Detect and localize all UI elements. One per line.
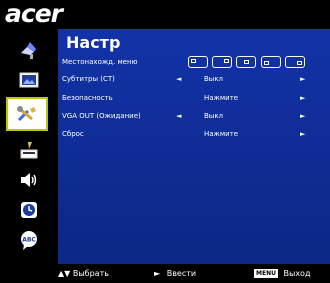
row-vga-out-standby[interactable]: VGA OUT (Ожидание) ◄ Выкл ► [62, 110, 326, 123]
enter-arrow-icon: ► [154, 269, 161, 278]
row-label: Субтитры (СТ) [62, 75, 115, 83]
management-icon[interactable] [16, 137, 42, 163]
setup-tools-icon[interactable] [6, 97, 48, 131]
position-bottom-left-icon[interactable] [260, 56, 281, 68]
row-label: Местонахожд. меню [62, 58, 138, 66]
position-top-left-icon[interactable] [188, 56, 208, 68]
picture-adjust-icon[interactable] [16, 37, 42, 63]
left-arrow-icon[interactable]: ◄ [176, 73, 181, 86]
timer-icon[interactable] [16, 197, 42, 223]
hint-select-label: Выбрать [72, 269, 109, 278]
row-value: Выкл [204, 75, 224, 83]
row-label: Безопасность [62, 94, 113, 102]
row-reset[interactable]: Сброс Нажмите ► [62, 128, 326, 141]
left-arrow-icon[interactable]: ◄ [176, 110, 181, 123]
hint-enter-label: Ввести [166, 269, 197, 278]
right-arrow-icon[interactable]: ► [300, 128, 305, 141]
row-value: Нажмите [204, 94, 239, 102]
settings-panel: Настр Местонахожд. меню Субтитры (СТ) ◄ … [58, 29, 330, 264]
acer-logo: acer [5, 0, 63, 28]
panel-title: Настр [66, 33, 121, 52]
language-icon[interactable]: ABC [16, 227, 42, 253]
menu-key-icon: MENU [254, 269, 278, 278]
row-security[interactable]: Безопасность Нажмите ► [62, 92, 326, 105]
up-down-arrows-icon: ▲▼ [58, 269, 71, 278]
right-arrow-icon[interactable]: ► [300, 110, 305, 123]
footer-hints: ▲▼ Выбрать ► Ввести MENU Выход [0, 264, 330, 283]
osd-sidebar: ABC [0, 29, 58, 264]
hint-select: ▲▼ Выбрать [58, 264, 109, 283]
top-bar: acer [0, 0, 330, 29]
hint-exit-label: Выход [283, 269, 311, 278]
row-value: Выкл [204, 112, 224, 120]
position-bottom-right-icon[interactable] [284, 56, 305, 68]
position-top-right-icon[interactable] [212, 56, 233, 68]
language-icon-text: ABC [22, 237, 36, 244]
audio-icon[interactable] [16, 167, 42, 193]
position-center-icon[interactable] [236, 56, 257, 68]
row-value: Нажмите [204, 130, 239, 138]
row-label: VGA OUT (Ожидание) [62, 112, 141, 120]
row-subtitles[interactable]: Субтитры (СТ) ◄ Выкл ► [62, 73, 326, 86]
row-label: Сброс [62, 130, 84, 138]
menu-position-selector[interactable] [188, 56, 307, 70]
hint-exit: MENU Выход [254, 264, 310, 283]
hint-enter: ► Ввести [154, 264, 196, 283]
row-menu-location[interactable]: Местонахожд. меню [62, 56, 326, 69]
right-arrow-icon[interactable]: ► [300, 92, 305, 105]
right-arrow-icon[interactable]: ► [300, 73, 305, 86]
image-position-icon[interactable] [16, 67, 42, 93]
